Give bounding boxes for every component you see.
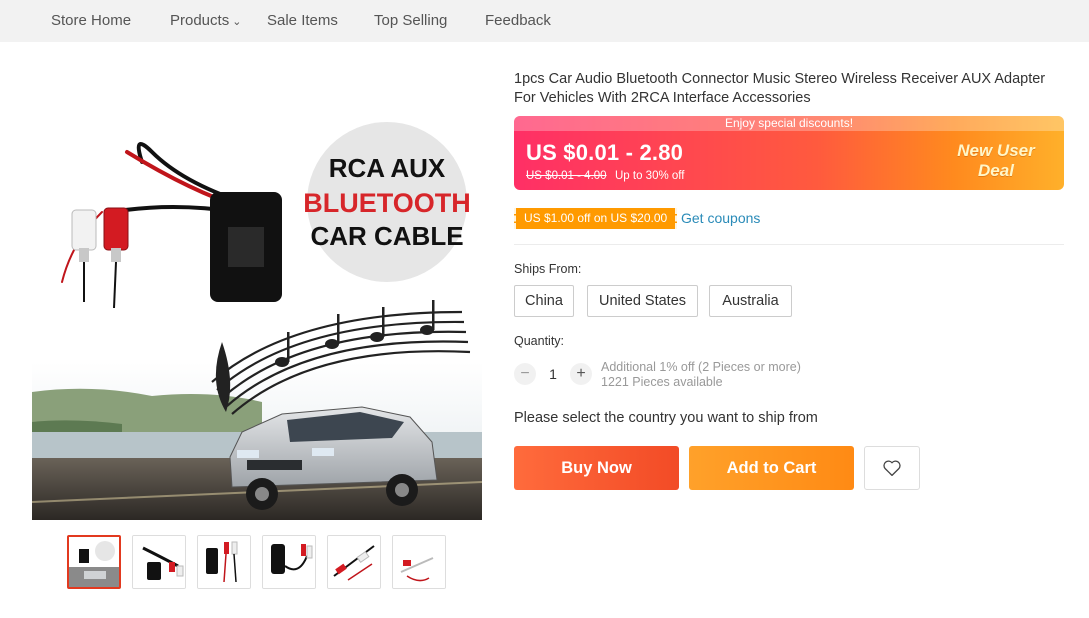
banner-line-1: RCA AUX	[329, 153, 446, 183]
thumbnail-1[interactable]	[67, 535, 121, 589]
nav-products[interactable]: Products ⌄	[170, 12, 241, 29]
nav-products-label: Products	[170, 12, 230, 29]
thumbnail-4[interactable]	[262, 535, 316, 589]
pieces-available: 1221 Pieces available	[601, 375, 723, 389]
ship-option-united-states[interactable]: United States	[587, 285, 698, 317]
discount-banner-text: Enjoy special discounts!	[514, 116, 1064, 131]
thumbnail-image	[69, 537, 119, 587]
thumbnail-5[interactable]	[327, 535, 381, 589]
ship-from-prompt: Please select the country you want to sh…	[514, 410, 818, 426]
ship-option-china[interactable]: China	[514, 285, 574, 317]
product-image-graphic: RCA AUX BLUETOOTH CAR CABLE	[32, 62, 482, 520]
thumbnail-6[interactable]	[392, 535, 446, 589]
main-product-image[interactable]: RCA AUX BLUETOOTH CAR CABLE	[32, 62, 482, 520]
banner-line-2: BLUETOOTH	[303, 188, 471, 218]
buy-now-button[interactable]: Buy Now	[514, 446, 679, 490]
chevron-down-icon: ⌄	[232, 15, 242, 28]
thumbnail-image	[393, 536, 445, 588]
heart-icon	[883, 460, 901, 477]
new-user-deal-badge: New User Deal	[946, 141, 1046, 181]
nav-top-selling[interactable]: Top Selling	[374, 12, 447, 29]
quantity-label: Quantity:	[514, 334, 565, 348]
quantity-discount-note: Additional 1% off (2 Pieces or more)	[601, 360, 801, 374]
nav-store-home[interactable]: Store Home	[51, 12, 131, 29]
coupon-tag[interactable]: US $1.00 off on US $20.00	[514, 208, 678, 229]
banner-line-3: CAR CABLE	[310, 221, 463, 251]
deal-line-2: Deal	[978, 161, 1014, 180]
ship-option-australia[interactable]: Australia	[709, 285, 792, 317]
quantity-decrease-button[interactable]: −	[514, 363, 536, 385]
product-title: 1pcs Car Audio Bluetooth Connector Music…	[514, 71, 1046, 106]
wishlist-button[interactable]	[864, 446, 920, 490]
quantity-value[interactable]: 1	[546, 366, 560, 382]
thumbnail-image	[133, 536, 185, 588]
original-price: US $0.01 - 4.00	[526, 170, 607, 182]
current-price: US $0.01 - 2.80	[526, 140, 684, 165]
store-nav-bar: Store Home Products ⌄ Sale Items Top Sell…	[0, 0, 1089, 42]
add-to-cart-button[interactable]: Add to Cart	[689, 446, 854, 490]
thumbnail-2[interactable]	[132, 535, 186, 589]
nav-sale-items[interactable]: Sale Items	[267, 12, 338, 29]
thumbnail-image	[198, 536, 250, 588]
nav-feedback[interactable]: Feedback	[485, 12, 551, 29]
thumbnail-image	[263, 536, 315, 588]
discount-percent: Up to 30% off	[615, 170, 685, 182]
price-banner: Enjoy special discounts! US $0.01 - 2.80…	[514, 116, 1064, 190]
divider	[514, 244, 1064, 245]
deal-line-1: New User	[957, 141, 1035, 160]
thumbnail-image	[328, 536, 380, 588]
ships-from-label: Ships From:	[514, 262, 582, 276]
quantity-increase-button[interactable]: +	[570, 363, 592, 385]
get-coupons-link[interactable]: Get coupons	[681, 210, 760, 226]
thumbnail-3[interactable]	[197, 535, 251, 589]
